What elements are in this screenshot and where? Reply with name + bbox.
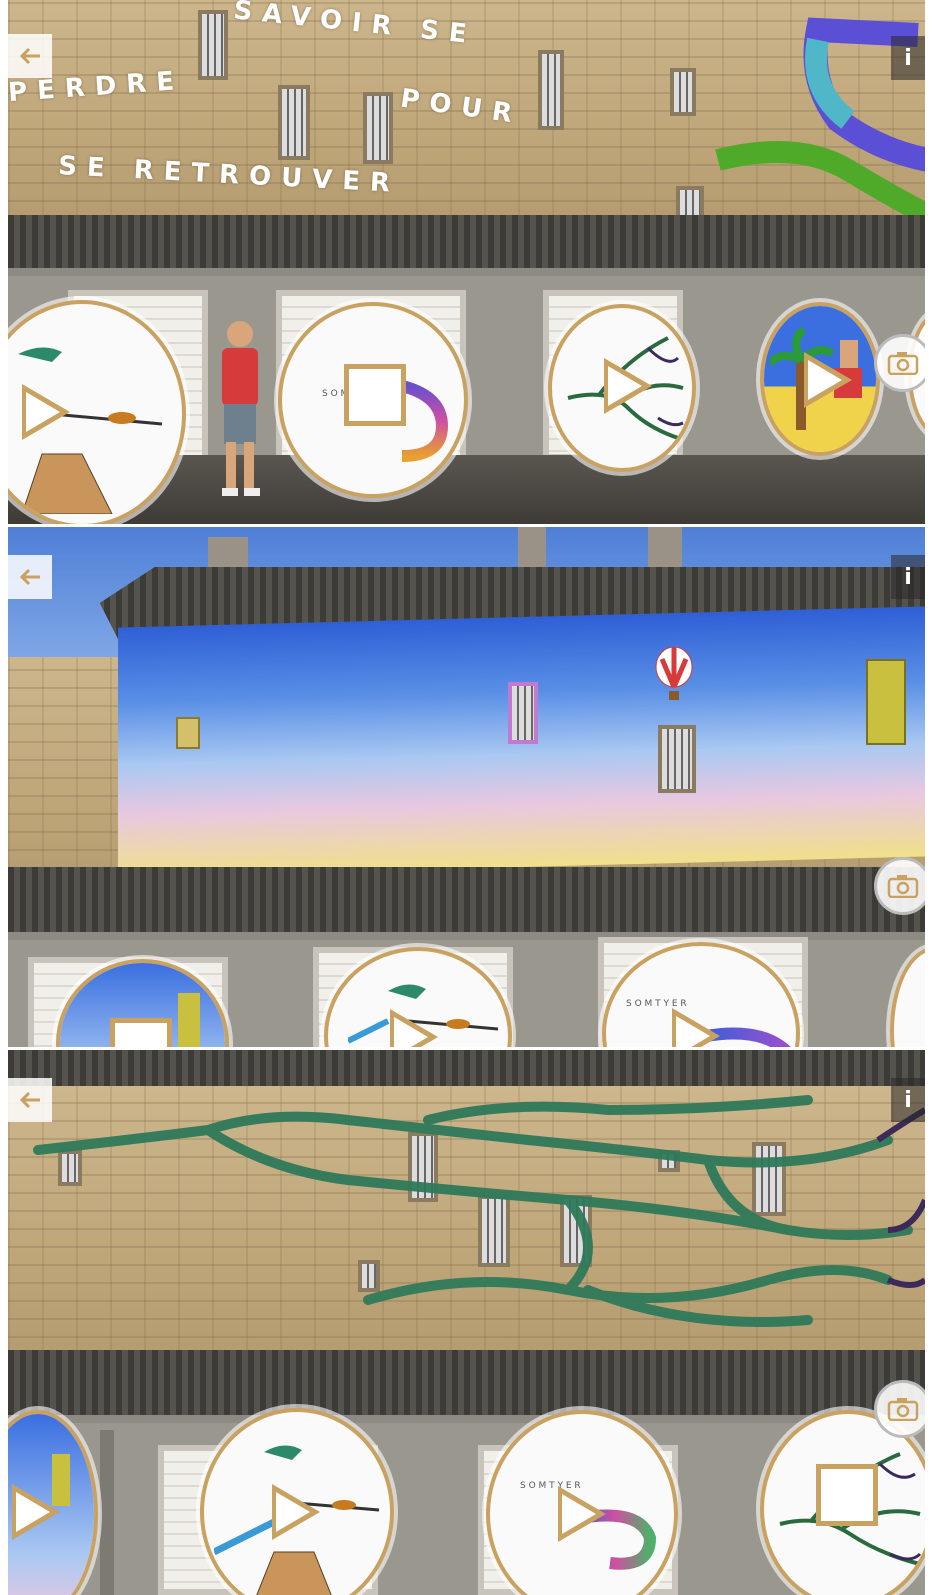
painted-shutter bbox=[866, 659, 906, 745]
play-icon bbox=[604, 358, 652, 414]
chimney bbox=[648, 527, 682, 567]
artwork-bubble-boat-ladder[interactable] bbox=[8, 300, 186, 524]
arrow-left-icon bbox=[19, 1091, 40, 1109]
play-icon bbox=[672, 1008, 720, 1047]
stop-icon bbox=[344, 364, 406, 426]
info-button[interactable]: i bbox=[891, 36, 925, 80]
building-window bbox=[538, 50, 564, 130]
camera-icon bbox=[887, 352, 919, 375]
camera-button[interactable] bbox=[874, 334, 925, 392]
arrow-left-icon bbox=[19, 47, 40, 65]
building-window bbox=[658, 725, 696, 793]
camera-button[interactable] bbox=[874, 857, 925, 915]
ar-scene-panel-2: S O M T Y E R i bbox=[8, 527, 925, 1047]
back-button[interactable] bbox=[8, 1078, 52, 1122]
stop-icon bbox=[110, 1018, 172, 1047]
ar-scene-panel-3: S O M T Y E R i bbox=[8, 1050, 925, 1595]
drainpipe bbox=[100, 1430, 114, 1595]
camera-icon bbox=[887, 875, 919, 898]
artwork-bubble-palm-figure[interactable] bbox=[760, 302, 880, 456]
back-button[interactable] bbox=[8, 34, 52, 78]
gutter bbox=[8, 268, 925, 276]
painted-shutter bbox=[176, 717, 200, 749]
building-window bbox=[278, 85, 310, 160]
play-icon bbox=[558, 1486, 606, 1542]
artwork-bubble-sky-mural[interactable] bbox=[8, 1410, 98, 1595]
info-button[interactable]: i bbox=[891, 555, 925, 599]
roof bbox=[8, 867, 925, 937]
building-window bbox=[670, 68, 696, 116]
roof bbox=[8, 1350, 925, 1420]
building-window bbox=[198, 10, 228, 80]
camera-icon bbox=[887, 1398, 919, 1421]
artwork-bubble-sky-mural[interactable] bbox=[56, 959, 229, 1047]
gutter bbox=[8, 1415, 925, 1423]
play-icon bbox=[272, 1484, 320, 1540]
chimney bbox=[518, 527, 546, 571]
building-window bbox=[508, 682, 538, 744]
roof bbox=[8, 215, 925, 270]
building-window bbox=[363, 92, 393, 164]
play-icon bbox=[390, 1009, 438, 1047]
artwork-bubble-spiral-letters[interactable]: S O M T Y E R bbox=[278, 302, 468, 498]
play-icon bbox=[12, 1484, 60, 1540]
artwork-bubble-green-roots[interactable] bbox=[548, 304, 696, 472]
arrow-left-icon bbox=[19, 568, 40, 586]
hot-air-balloon-icon bbox=[655, 647, 693, 700]
back-button[interactable] bbox=[8, 555, 52, 599]
ar-roots-artwork bbox=[33, 1095, 925, 1327]
artwork-bubble-boat-ladder[interactable] bbox=[200, 1408, 394, 1595]
camera-button[interactable] bbox=[874, 1380, 925, 1438]
info-button[interactable]: i bbox=[891, 1078, 925, 1122]
play-icon bbox=[804, 352, 852, 408]
artwork-shutter-icon bbox=[178, 993, 200, 1047]
ar-scene-panel-1: SAVOIR SE PERDRE POUR SE RETROUVER S O i bbox=[8, 0, 925, 524]
artwork-bubble-spiral-letters[interactable]: S O M T Y E R bbox=[486, 1410, 678, 1595]
stop-icon bbox=[816, 1464, 878, 1526]
person-figure bbox=[222, 321, 260, 496]
play-icon bbox=[22, 384, 70, 440]
